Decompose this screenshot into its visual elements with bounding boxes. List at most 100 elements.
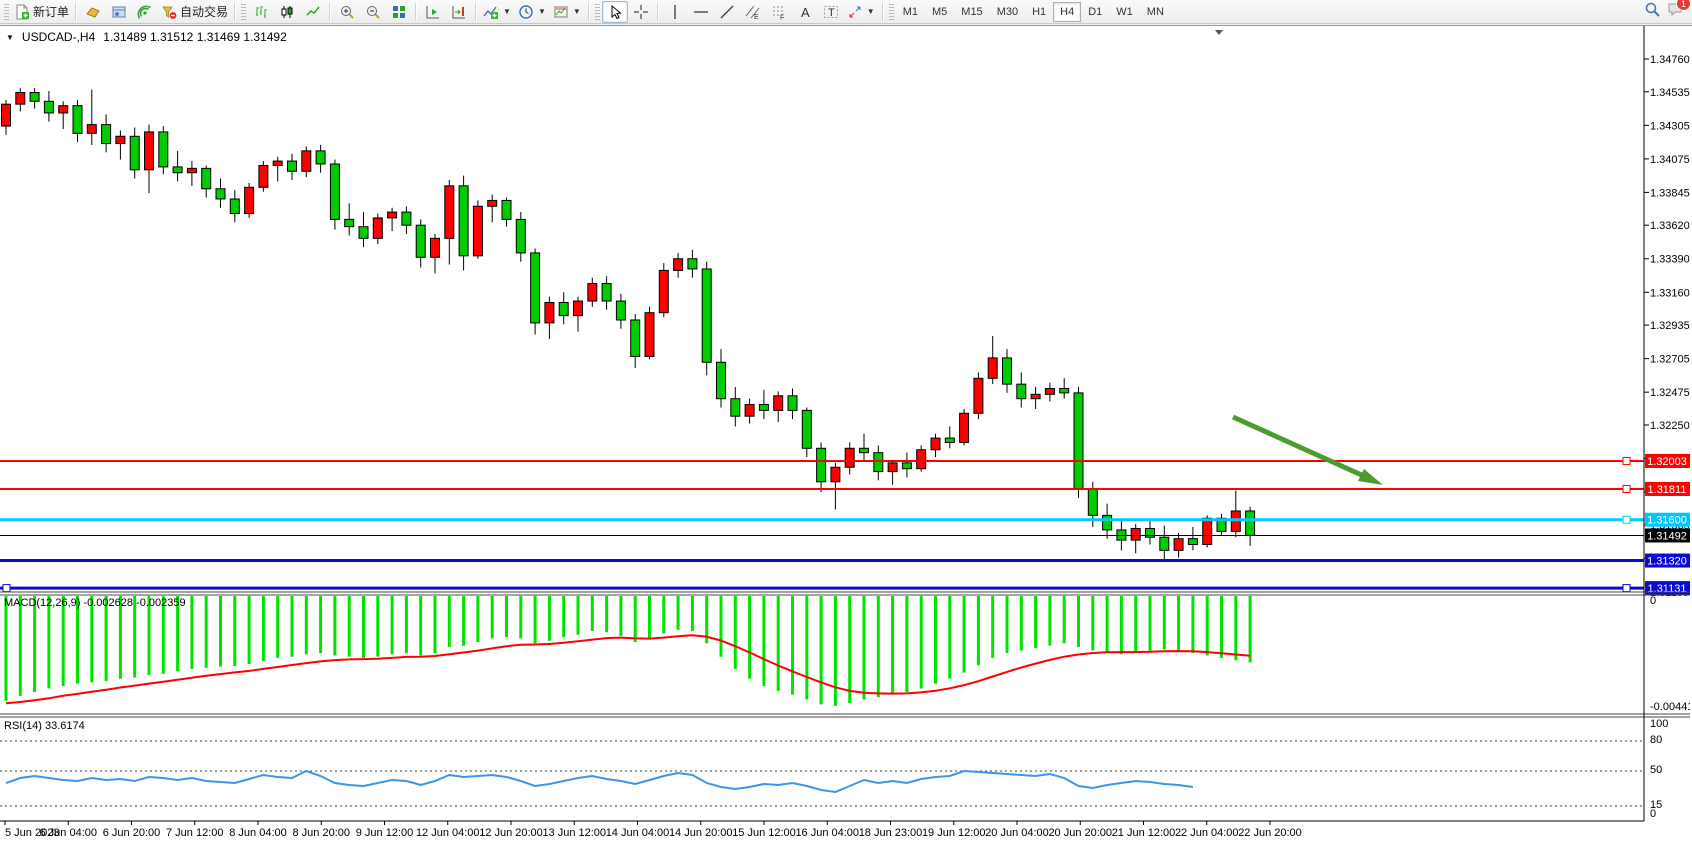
- timeframe-button-m1[interactable]: M1: [896, 2, 925, 22]
- svg-text:A: A: [801, 5, 810, 20]
- periods-dropdown-caret[interactable]: ▼: [537, 7, 547, 16]
- svg-text:1.32475: 1.32475: [1650, 387, 1690, 399]
- svg-text:1.34305: 1.34305: [1650, 120, 1690, 132]
- bid-price-label: 1.31492: [1647, 530, 1687, 542]
- timeframe-button-m5[interactable]: M5: [925, 2, 954, 22]
- svg-text:E: E: [754, 14, 759, 20]
- toolbar-grip: [4, 4, 9, 20]
- cursor-icon: [607, 4, 623, 20]
- zoom-out-button[interactable]: [360, 1, 386, 23]
- svg-text:1.33160: 1.33160: [1650, 287, 1690, 299]
- templates-button[interactable]: ▼: [550, 1, 585, 23]
- chart-collapse-icon[interactable]: ▼: [6, 33, 14, 42]
- svg-text:8 Jun 20:00: 8 Jun 20:00: [293, 827, 351, 839]
- svg-text:1.34075: 1.34075: [1650, 154, 1690, 166]
- toolbar-grip: [241, 4, 246, 20]
- toolbar-separator: [329, 3, 331, 21]
- horizontal-lines-layer[interactable]: 1.320031.318111.316001.313201.311311.314…: [0, 454, 1690, 595]
- line-chart-icon: [305, 4, 321, 20]
- zoom-in-button[interactable]: [334, 1, 360, 23]
- svg-text:20 Jun 04:00: 20 Jun 04:00: [985, 827, 1049, 839]
- market-watch-icon: [85, 4, 101, 20]
- svg-text:1.33845: 1.33845: [1650, 187, 1690, 199]
- templates-dropdown-caret[interactable]: ▼: [572, 7, 582, 16]
- svg-text:16 Jun 04:00: 16 Jun 04:00: [795, 827, 859, 839]
- rsi-label: RSI(14) 33.6174: [4, 720, 85, 732]
- svg-text:14 Jun 20:00: 14 Jun 20:00: [669, 827, 733, 839]
- vertical-line-tool-button[interactable]: [662, 1, 688, 23]
- timeframe-button-h1[interactable]: H1: [1025, 2, 1053, 22]
- equidistant-channel-tool-button[interactable]: E: [740, 1, 766, 23]
- pane-splitter[interactable]: [0, 592, 1690, 595]
- trendline-icon: [719, 4, 735, 20]
- svg-text:1.34535: 1.34535: [1650, 87, 1690, 99]
- svg-text:14 Jun 04:00: 14 Jun 04:00: [606, 827, 670, 839]
- new-order-button[interactable]: 新订单: [11, 1, 72, 23]
- timeframe-button-mn[interactable]: MN: [1140, 2, 1171, 22]
- signals-icon: [137, 4, 153, 20]
- indicators-icon: [483, 4, 499, 20]
- text-label-icon: T: [823, 4, 839, 20]
- svg-text:22 Jun 20:00: 22 Jun 20:00: [1238, 827, 1302, 839]
- navigator-button[interactable]: [106, 1, 132, 23]
- zoom-out-icon: [365, 4, 381, 20]
- candles-layer: [2, 88, 1255, 562]
- macd-pane: MACD(12,26,9) -0.002628 -0.0023590-0.004…: [4, 595, 1690, 713]
- indicators-button[interactable]: ▼: [480, 1, 515, 23]
- timeframe-button-d1[interactable]: D1: [1081, 2, 1109, 22]
- rsi-line: [6, 771, 1193, 792]
- bar-chart-button[interactable]: [248, 1, 274, 23]
- svg-text:12 Jun 20:00: 12 Jun 20:00: [479, 827, 543, 839]
- chart-shift-button[interactable]: [446, 1, 472, 23]
- timeframe-button-m15[interactable]: M15: [954, 2, 989, 22]
- pane-splitter[interactable]: [0, 714, 1690, 717]
- arrows-icon: [847, 4, 863, 20]
- text-tool-button[interactable]: A: [792, 1, 818, 23]
- notification-badge: 1: [1676, 0, 1691, 11]
- svg-text:T: T: [828, 7, 835, 19]
- candlestick-chart-button[interactable]: [274, 1, 300, 23]
- svg-text:1.34760: 1.34760: [1650, 54, 1690, 66]
- chart-canvas[interactable]: 1.34760 1.34535 1.34305 1.34075 1.33845 1.336…: [0, 26, 1690, 844]
- timeframe-button-h4[interactable]: H4: [1053, 2, 1081, 22]
- timeframe-button-m30[interactable]: M30: [990, 2, 1025, 22]
- arrows-dropdown-caret[interactable]: ▼: [866, 7, 876, 16]
- timeframe-button-w1[interactable]: W1: [1109, 2, 1140, 22]
- fibonacci-tool-button[interactable]: F: [766, 1, 792, 23]
- auto-trading-button[interactable]: 自动交易: [158, 1, 231, 23]
- signals-button[interactable]: [132, 1, 158, 23]
- line-chart-button[interactable]: [300, 1, 326, 23]
- periods-button[interactable]: ▼: [515, 1, 550, 23]
- search-icon[interactable]: [1644, 1, 1661, 23]
- templates-icon: [553, 4, 569, 20]
- arrows-tool-button[interactable]: ▼: [844, 1, 879, 23]
- svg-text:7 Jun 12:00: 7 Jun 12:00: [166, 827, 224, 839]
- candlestick-chart-icon: [279, 4, 295, 20]
- chat-button[interactable]: 1: [1667, 1, 1684, 22]
- market-watch-button[interactable]: [80, 1, 106, 23]
- cursor-tool-button[interactable]: [602, 1, 628, 23]
- svg-text:21 Jun 12:00: 21 Jun 12:00: [1112, 827, 1176, 839]
- main-toolbar: 新订单 自动交易 ▼ ▼: [0, 0, 1692, 24]
- toolbar-separator: [882, 3, 884, 21]
- sell-arrow-annotation[interactable]: [1233, 417, 1383, 485]
- auto-trading-label: 自动交易: [180, 3, 228, 20]
- toolbar-separator: [75, 3, 77, 21]
- crosshair-tool-button[interactable]: [628, 1, 654, 23]
- text-label-tool-button[interactable]: T: [818, 1, 844, 23]
- chart-title-bar: ▼ USDCAD-,H4 1.31489 1.31512 1.31469 1.3…: [6, 30, 287, 44]
- tile-windows-button[interactable]: [386, 1, 412, 23]
- chart-shift-marker[interactable]: [1215, 30, 1223, 35]
- horizontal-line-tool-button[interactable]: [688, 1, 714, 23]
- trendline-tool-button[interactable]: [714, 1, 740, 23]
- text-icon: A: [797, 4, 813, 20]
- svg-text:1.31600: 1.31600: [1647, 515, 1687, 527]
- toolbar-separator: [415, 3, 417, 21]
- svg-text:1.33620: 1.33620: [1650, 220, 1690, 232]
- svg-text:1.32935: 1.32935: [1650, 320, 1690, 332]
- periods-clock-icon: [518, 4, 534, 20]
- zoom-in-icon: [339, 4, 355, 20]
- auto-scroll-button[interactable]: [420, 1, 446, 23]
- indicators-dropdown-caret[interactable]: ▼: [502, 7, 512, 16]
- new-order-icon: [14, 4, 30, 20]
